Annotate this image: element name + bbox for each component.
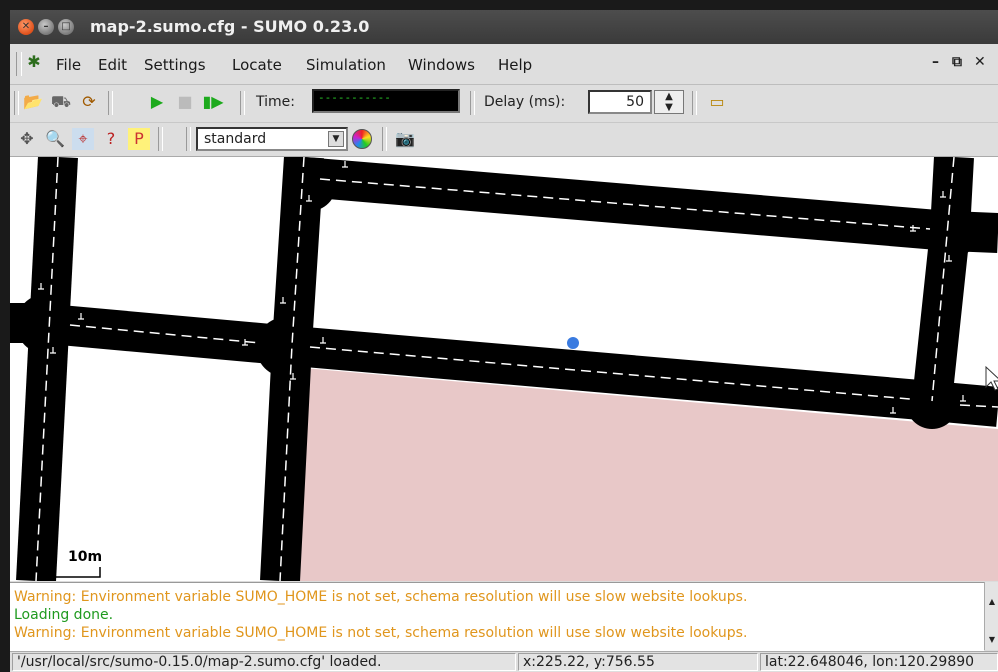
step-icon[interactable]: ▮▶ bbox=[202, 91, 224, 113]
menu-bar: ✱ File Edit Settings Locate Simulation W… bbox=[10, 44, 998, 85]
status-bar: '/usr/local/src/sumo-0.15.0/map-2.sumo.c… bbox=[10, 651, 998, 672]
scroll-down-icon[interactable]: ▼ bbox=[986, 634, 998, 646]
menu-file[interactable]: File bbox=[56, 56, 81, 74]
toolbar-separator bbox=[470, 91, 475, 115]
vehicle-dot[interactable] bbox=[567, 337, 579, 349]
window-title: map-2.sumo.cfg - SUMO 0.23.0 bbox=[90, 17, 370, 36]
close-icon: ✕ bbox=[21, 21, 31, 32]
message-window: Warning: Environment variable SUMO_HOME … bbox=[10, 582, 984, 651]
toolbar-grip[interactable] bbox=[16, 52, 22, 76]
menu-help[interactable]: Help bbox=[498, 56, 532, 74]
maximize-window-button[interactable]: □ bbox=[58, 19, 74, 35]
mdi-minimize-icon[interactable]: – bbox=[932, 54, 939, 70]
toolbar-separator bbox=[240, 91, 245, 115]
mdi-restore-icon[interactable]: ⧉ bbox=[952, 54, 962, 70]
menu-settings[interactable]: Settings bbox=[144, 56, 206, 74]
chevron-down-icon[interactable]: ▼ bbox=[328, 131, 344, 147]
menu-simulation[interactable]: Simulation bbox=[306, 56, 386, 74]
time-value: ----------- bbox=[318, 91, 391, 104]
toolbar-separator bbox=[108, 91, 113, 115]
query-icon[interactable]: ? bbox=[100, 128, 122, 150]
open-folder-icon[interactable]: 📂 bbox=[22, 91, 44, 113]
screenshot-icon[interactable]: 📷 bbox=[394, 128, 416, 150]
locate-object-icon[interactable]: ⌖ bbox=[72, 128, 94, 150]
menu-locate[interactable]: Locate bbox=[232, 56, 282, 74]
time-label: Time: bbox=[256, 94, 295, 110]
zoom-icon[interactable]: 🔍 bbox=[44, 128, 66, 150]
junction bbox=[16, 294, 76, 354]
minimize-icon: – bbox=[43, 21, 49, 32]
toolbar-separator bbox=[382, 127, 387, 151]
app-icon[interactable]: ✱ bbox=[24, 52, 44, 72]
delay-spinner[interactable]: ▲ ▼ bbox=[654, 90, 684, 114]
maximize-icon: □ bbox=[61, 21, 71, 32]
close-window-button[interactable]: ✕ bbox=[18, 19, 34, 35]
view-toolbar: ✥ 🔍 ⌖ ? P standard ▼ 📷 bbox=[10, 123, 998, 156]
scroll-up-icon[interactable]: ▲ bbox=[986, 596, 998, 608]
stop-icon[interactable]: ■ bbox=[174, 91, 196, 113]
color-settings-icon[interactable] bbox=[352, 129, 372, 149]
status-coordinates: x:225.22, y:756.55 bbox=[518, 653, 758, 671]
open-network-icon[interactable]: ⛟ bbox=[50, 91, 72, 113]
time-display: ----------- bbox=[312, 89, 460, 113]
junction bbox=[256, 317, 316, 377]
message-line: Warning: Environment variable SUMO_HOME … bbox=[14, 589, 748, 605]
toolbar-separator bbox=[14, 91, 19, 115]
visualization-scheme-select[interactable]: standard ▼ bbox=[196, 127, 348, 151]
title-bar: ✕ – □ map-2.sumo.cfg - SUMO 0.23.0 bbox=[10, 10, 998, 44]
sumo-window: ✕ – □ map-2.sumo.cfg - SUMO 0.23.0 ✱ Fil… bbox=[10, 10, 998, 672]
recenter-icon[interactable]: ✥ bbox=[16, 128, 38, 150]
delay-label: Delay (ms): bbox=[484, 94, 566, 110]
play-icon[interactable]: ▶ bbox=[146, 91, 168, 113]
new-view-icon[interactable]: ▭ bbox=[706, 91, 728, 113]
junction bbox=[906, 377, 958, 429]
road-network bbox=[10, 157, 998, 581]
reload-icon[interactable]: ⟳ bbox=[78, 91, 100, 113]
delay-input[interactable]: 50 bbox=[588, 90, 652, 114]
toolbar-separator bbox=[692, 91, 697, 115]
status-geo-coordinates: lat:22.648046, lon:120.29890 bbox=[760, 653, 998, 671]
tooltip-icon[interactable]: P bbox=[128, 128, 150, 150]
toolbar-separator bbox=[158, 127, 163, 151]
simulation-toolbar: 📂 ⛟ ⟳ ▶ ■ ▮▶ Time: ----------- Delay (ms… bbox=[10, 85, 998, 123]
minimize-window-button[interactable]: – bbox=[38, 19, 54, 35]
menu-windows[interactable]: Windows bbox=[408, 56, 475, 74]
network-view-canvas[interactable]: 10m bbox=[10, 156, 998, 581]
message-scrollbar[interactable]: ▲ ▼ bbox=[984, 582, 998, 650]
junction bbox=[922, 203, 978, 259]
scale-label: 10m bbox=[68, 549, 103, 565]
road-top-horizontal bbox=[302, 157, 998, 253]
message-line: Loading done. bbox=[14, 607, 114, 623]
junction bbox=[284, 159, 336, 211]
toolbar-separator bbox=[186, 127, 191, 151]
scheme-value: standard bbox=[204, 131, 267, 147]
message-line: Warning: Environment variable SUMO_HOME … bbox=[14, 625, 748, 641]
mdi-close-icon[interactable]: ✕ bbox=[974, 54, 986, 70]
menu-edit[interactable]: Edit bbox=[98, 56, 127, 74]
status-file: '/usr/local/src/sumo-0.15.0/map-2.sumo.c… bbox=[12, 653, 516, 671]
